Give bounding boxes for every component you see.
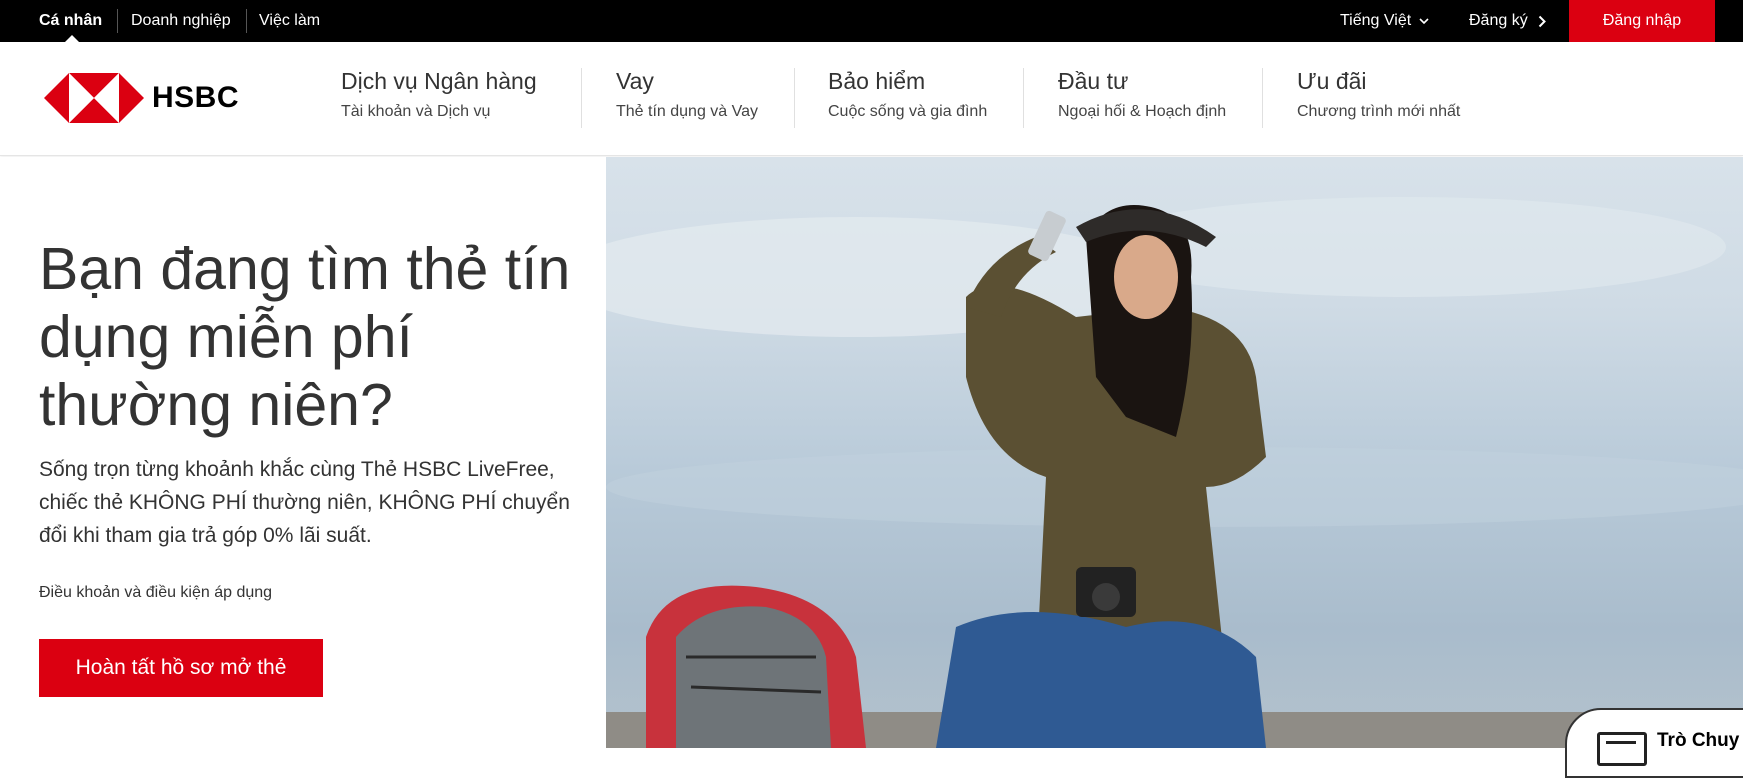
register-link[interactable]: Đăng ký xyxy=(1469,0,1546,42)
language-label: Tiếng Việt xyxy=(1340,12,1412,29)
nav-divider xyxy=(1262,68,1263,128)
nav-subtitle: Chương trình mới nhất xyxy=(1297,103,1461,120)
hsbc-logo-icon xyxy=(44,73,144,123)
nav-divider xyxy=(794,68,795,128)
language-selector[interactable]: Tiếng Việt xyxy=(1340,0,1429,42)
nav-banking[interactable]: Dịch vụ Ngân hàng Tài khoản và Dịch vụ xyxy=(341,68,537,138)
chat-label: Trò Chuy xyxy=(1657,730,1740,751)
chevron-right-icon xyxy=(1538,15,1546,27)
divider xyxy=(117,9,118,33)
apply-card-label: Hoàn tất hồ sơ mở thẻ xyxy=(75,656,287,679)
active-caret-icon xyxy=(65,35,79,42)
nav-subtitle: Ngoại hối & Hoạch định xyxy=(1058,103,1227,120)
segment-jobs-label: Việc làm xyxy=(259,12,321,29)
nav-title: Dịch vụ Ngân hàng xyxy=(341,68,537,94)
segment-business-label: Doanh nghiệp xyxy=(131,12,231,29)
hsbc-logo[interactable]: HSBC xyxy=(44,72,239,124)
nav-invest[interactable]: Đầu tư Ngoại hối & Hoạch định xyxy=(1058,68,1226,138)
nav-subtitle: Cuộc sống và gia đình xyxy=(828,103,988,120)
divider xyxy=(246,9,247,33)
chat-widget[interactable]: Trò Chuy xyxy=(1565,708,1743,778)
login-label: Đăng nhập xyxy=(1602,12,1682,29)
main-header: HSBC Dịch vụ Ngân hàng Tài khoản và Dịch… xyxy=(0,42,1743,156)
woman-selfie-photo xyxy=(606,197,1743,748)
login-button[interactable]: Đăng nhập xyxy=(1569,0,1715,42)
segment-personal-label: Cá nhân xyxy=(39,12,103,29)
chat-icon xyxy=(1597,732,1647,766)
nav-insurance[interactable]: Bảo hiểm Cuộc sống và gia đình xyxy=(828,68,987,138)
hero-title: Bạn đang tìm thẻ tín dụng miễn phí thườn… xyxy=(39,236,571,438)
nav-subtitle: Tài khoản và Dịch vụ xyxy=(341,103,491,120)
apply-card-button[interactable]: Hoàn tất hồ sơ mở thẻ xyxy=(39,639,323,697)
nav-title: Ưu đãi xyxy=(1297,68,1367,94)
nav-subtitle: Thẻ tín dụng và Vay xyxy=(616,103,759,120)
nav-title: Bảo hiểm xyxy=(828,68,926,94)
nav-divider xyxy=(1023,68,1024,128)
segment-personal[interactable]: Cá nhân xyxy=(39,0,102,42)
segment-jobs[interactable]: Việc làm xyxy=(259,0,320,42)
nav-title: Đầu tư xyxy=(1058,68,1129,94)
brand-name: HSBC xyxy=(152,81,240,114)
nav-title: Vay xyxy=(616,68,654,94)
hero-image xyxy=(606,157,1743,748)
register-label: Đăng ký xyxy=(1469,12,1528,29)
nav-loans[interactable]: Vay Thẻ tín dụng và Vay xyxy=(616,68,758,138)
nav-offers[interactable]: Ưu đãi Chương trình mới nhất xyxy=(1297,68,1460,138)
chevron-down-icon xyxy=(1419,17,1429,24)
hero-description: Sống trọn từng khoảnh khắc cùng Thẻ HSBC… xyxy=(39,458,570,547)
segment-business[interactable]: Doanh nghiệp xyxy=(131,0,231,42)
top-bar: Cá nhân Doanh nghiệp Việc làm Tiếng Việt… xyxy=(0,0,1743,42)
nav-divider xyxy=(581,68,582,128)
terms-link[interactable]: Điều khoản và điều kiện áp dụng xyxy=(39,584,272,602)
hero-content: Bạn đang tìm thẻ tín dụng miễn phí thườn… xyxy=(0,157,606,748)
